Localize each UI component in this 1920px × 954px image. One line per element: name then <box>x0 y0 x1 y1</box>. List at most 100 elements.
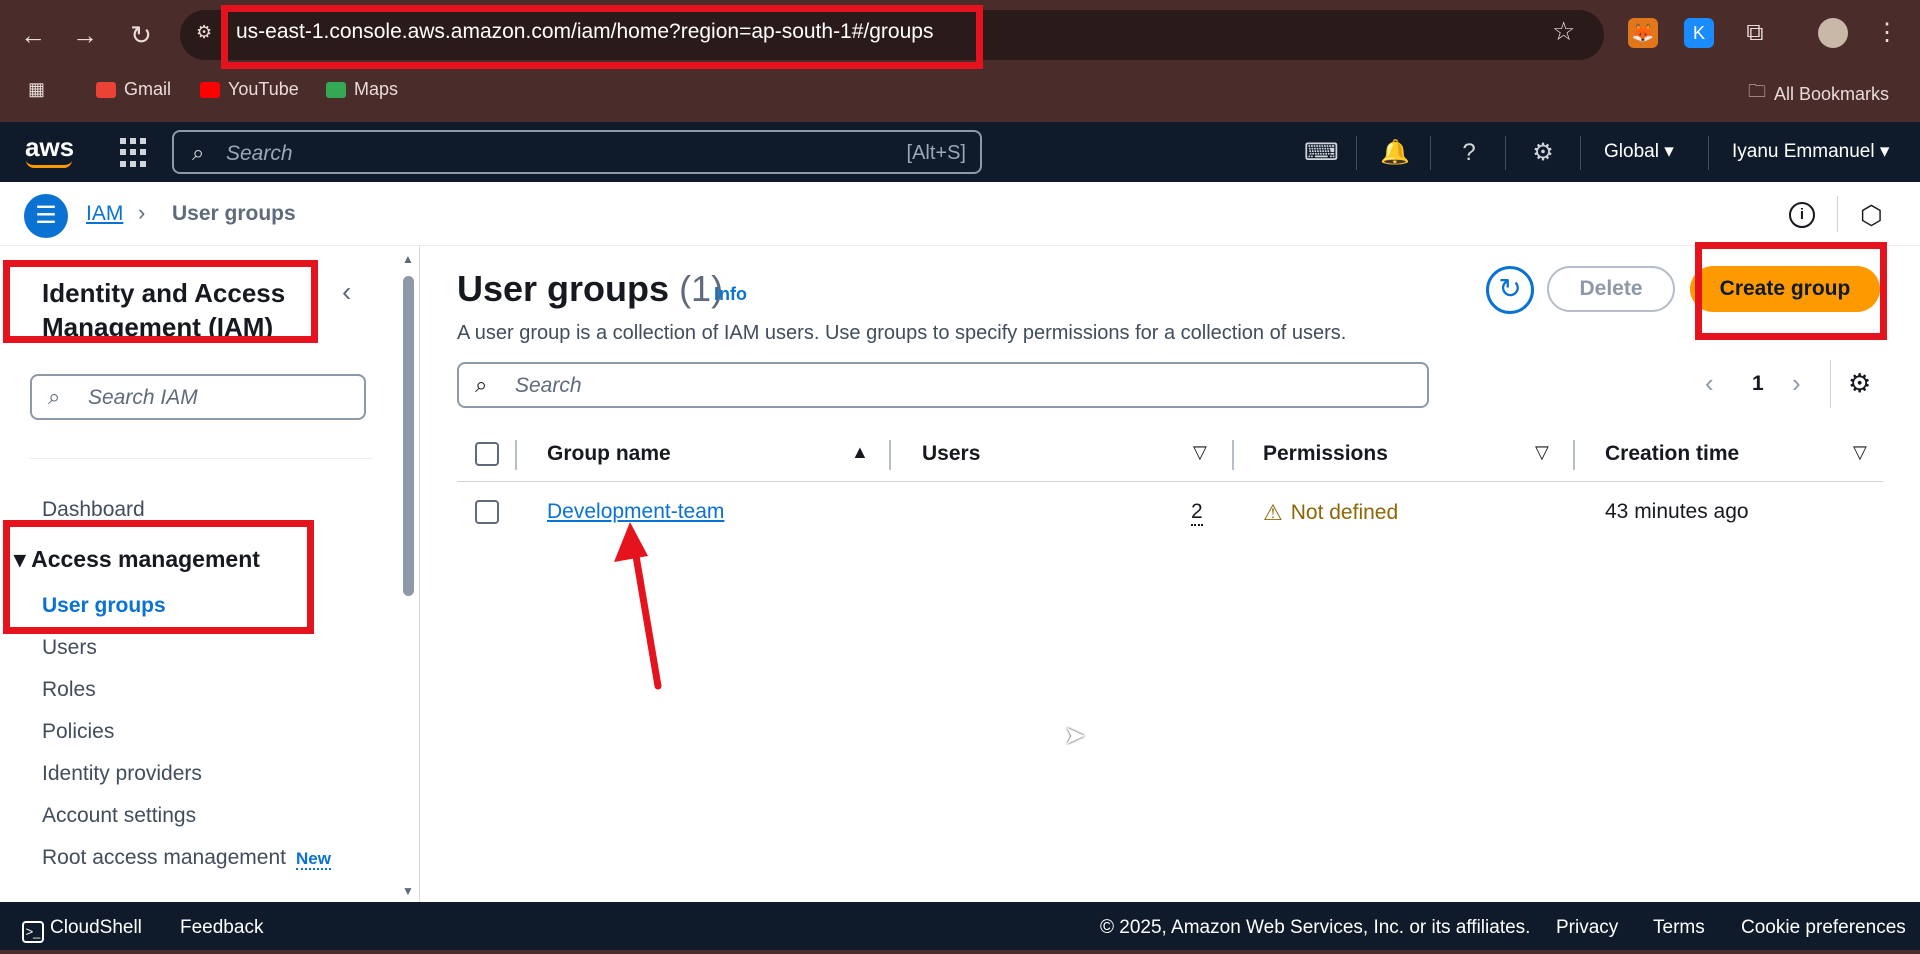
sidebar-search-placeholder: Search IAM <box>88 386 198 409</box>
metamask-icon[interactable]: 🦊 <box>1628 18 1658 48</box>
select-all-checkbox[interactable] <box>475 442 499 466</box>
extension-k-icon[interactable]: K <box>1684 18 1714 48</box>
sidebar-item-dashboard[interactable]: Dashboard <box>42 498 145 522</box>
account-menu[interactable]: Iyanu Emmanuel ▾ <box>1732 140 1889 163</box>
extensions-icon[interactable]: ⧉ <box>1740 18 1770 48</box>
forward-icon[interactable]: → <box>68 18 102 52</box>
sidebar-item-root-access[interactable]: Root access management New <box>42 846 331 870</box>
current-page[interactable]: 1 <box>1752 372 1764 396</box>
feedback-link[interactable]: Feedback <box>180 917 263 939</box>
sort-icon[interactable]: ▽ <box>1535 442 1549 463</box>
users-count[interactable]: 2 <box>1191 500 1203 526</box>
table-header: Group name ▲ Users ▽ Permissions ▽ Creat… <box>457 430 1883 482</box>
table-preferences-icon[interactable]: ⚙ <box>1848 368 1871 399</box>
table-search-input[interactable]: ⌕ Search <box>457 362 1429 408</box>
aws-logo[interactable]: aws <box>25 132 74 163</box>
reload-icon[interactable]: ↻ <box>124 18 158 52</box>
sidebar-item-policies[interactable]: Policies <box>42 720 114 744</box>
menu-kebab-icon[interactable]: ⋮ <box>1872 18 1902 48</box>
column-creation-time[interactable]: Creation time <box>1605 442 1739 466</box>
search-icon: ⌕ <box>192 140 205 165</box>
region-label: Global <box>1604 141 1659 162</box>
sidebar-scrollbar[interactable] <box>403 276 414 596</box>
bookmark-youtube[interactable]: YouTube <box>200 79 299 100</box>
sort-icon[interactable]: ▽ <box>1193 442 1207 463</box>
sort-icon[interactable]: ▽ <box>1853 442 1867 463</box>
settings-hex-icon[interactable]: ⬡ <box>1860 200 1883 231</box>
cookie-preferences-link[interactable]: Cookie preferences <box>1741 917 1906 939</box>
bookmarks-bar: ▦ Gmail YouTube Maps 🗀 All Bookmarks <box>0 72 1920 108</box>
bell-icon[interactable]: 🔔 <box>1378 136 1412 170</box>
annotation-arrow <box>614 522 662 690</box>
nav-divider <box>1708 136 1709 170</box>
scroll-down-icon[interactable]: ▼ <box>402 884 414 898</box>
sidebar-item-users[interactable]: Users <box>42 636 97 660</box>
mouse-cursor-icon: ➤ <box>1064 720 1086 750</box>
all-bookmarks[interactable]: 🗀 All Bookmarks <box>1748 79 1889 109</box>
create-annotation-box <box>1695 242 1887 340</box>
sidebar-item-account-settings[interactable]: Account settings <box>42 804 196 828</box>
sidebar-item-identity-providers[interactable]: Identity providers <box>42 762 202 786</box>
apps-grid-icon[interactable]: ▦ <box>28 79 45 100</box>
nav-divider <box>1580 136 1581 170</box>
column-permissions[interactable]: Permissions <box>1263 442 1388 466</box>
sidebar-item-roles[interactable]: Roles <box>42 678 96 702</box>
cloudshell-icon[interactable]: ⌨ <box>1304 136 1339 170</box>
breadcrumb: ☰ IAM › User groups i ⬡ <box>0 182 1920 246</box>
all-bookmarks-label: All Bookmarks <box>1774 83 1890 104</box>
access-annotation-box <box>3 520 314 634</box>
info-panel-icon[interactable]: i <box>1789 202 1815 228</box>
privacy-link[interactable]: Privacy <box>1556 917 1618 939</box>
row-checkbox[interactable] <box>475 500 499 524</box>
bookmark-label: Maps <box>354 79 399 99</box>
bookmark-star-icon[interactable]: ☆ <box>1552 16 1575 47</box>
copyright-text: © 2025, Amazon Web Services, Inc. or its… <box>1100 917 1531 938</box>
delete-button[interactable]: Delete <box>1547 266 1675 312</box>
nav-divider <box>1356 136 1357 170</box>
search-icon: ⌕ <box>48 384 61 409</box>
help-icon[interactable]: ? <box>1452 136 1486 170</box>
side-nav-toggle-icon[interactable]: ☰ <box>24 194 68 238</box>
permissions-status: ⚠ Not defined <box>1263 500 1398 526</box>
column-users[interactable]: Users <box>922 442 980 466</box>
search-shortcut: [Alt+S] <box>906 142 966 164</box>
bookmark-label: Gmail <box>124 79 172 99</box>
sidebar-search-input[interactable]: ⌕ Search IAM <box>30 374 366 420</box>
bookmark-gmail[interactable]: Gmail <box>96 79 171 100</box>
profile-avatar[interactable] <box>1818 18 1848 48</box>
account-name: Iyanu Emmanuel <box>1732 141 1875 162</box>
back-icon[interactable]: ← <box>16 18 50 52</box>
terms-link[interactable]: Terms <box>1653 917 1705 939</box>
column-group-name[interactable]: Group name <box>547 442 671 466</box>
search-icon: ⌕ <box>475 372 488 397</box>
nav-divider <box>1430 136 1431 170</box>
title-annotation-box <box>3 260 318 343</box>
sort-ascending-icon[interactable]: ▲ <box>851 442 869 463</box>
breadcrumb-divider <box>1837 196 1838 232</box>
aws-search-input[interactable]: ⌕ Search [Alt+S] <box>172 130 982 174</box>
gear-icon[interactable]: ⚙ <box>1526 136 1560 170</box>
youtube-icon <box>200 81 220 98</box>
cloudshell-label: CloudShell <box>50 917 142 938</box>
column-divider <box>1573 440 1575 470</box>
cloudshell-button[interactable]: >_ CloudShell <box>22 917 142 943</box>
chevron-left-icon[interactable]: ‹ <box>1705 368 1714 399</box>
url-annotation-box <box>221 5 983 69</box>
chevron-right-icon[interactable]: › <box>1792 368 1801 399</box>
services-grid-icon[interactable] <box>120 138 150 168</box>
region-selector[interactable]: Global ▾ <box>1604 140 1674 163</box>
table-search-placeholder: Search <box>515 374 582 397</box>
refresh-button[interactable]: ↻ <box>1486 266 1534 314</box>
bookmark-maps[interactable]: Maps <box>326 79 398 100</box>
warning-icon: ⚠ <box>1263 500 1283 525</box>
site-info-icon[interactable]: ⚙ <box>196 22 218 44</box>
info-link[interactable]: Info <box>714 284 747 305</box>
scroll-up-icon[interactable]: ▲ <box>402 252 414 266</box>
nav-divider <box>1505 136 1506 170</box>
maps-icon <box>326 81 346 98</box>
terminal-icon: >_ <box>22 921 44 943</box>
collapse-sidebar-icon[interactable]: ‹ <box>342 276 351 308</box>
column-divider <box>889 440 891 470</box>
bookmark-label: YouTube <box>228 79 299 99</box>
breadcrumb-iam[interactable]: IAM <box>86 202 123 226</box>
